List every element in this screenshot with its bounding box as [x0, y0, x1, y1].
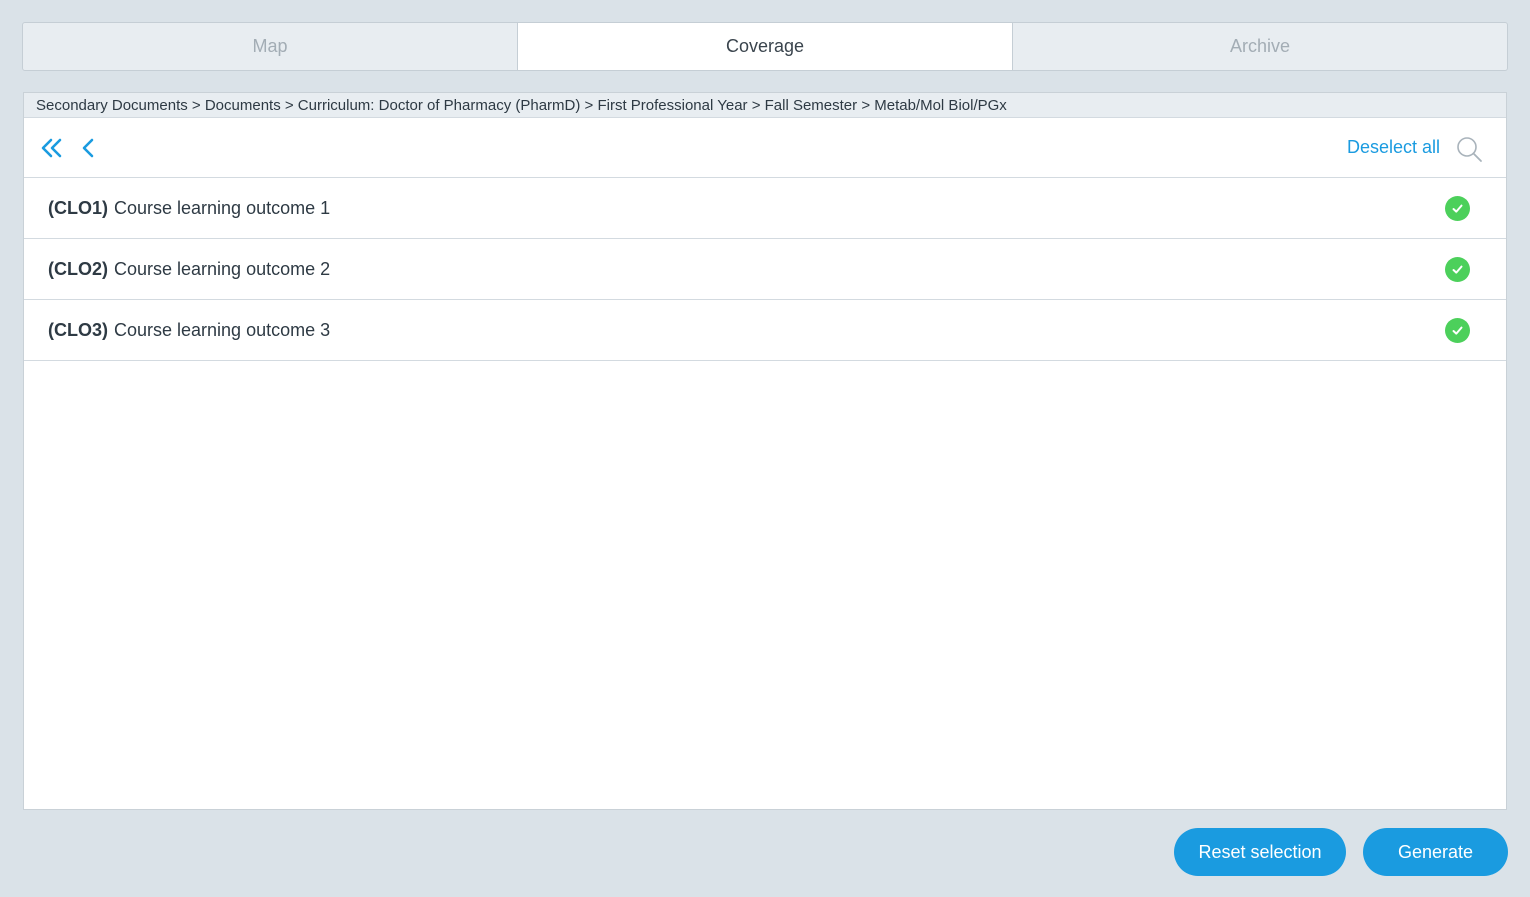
check-circle-icon[interactable]: [1445, 318, 1470, 343]
check-circle-icon[interactable]: [1445, 257, 1470, 282]
double-chevron-left-icon[interactable]: [40, 136, 64, 160]
chevron-left-icon[interactable]: [80, 136, 96, 160]
tab-map[interactable]: Map: [23, 23, 518, 70]
tab-coverage[interactable]: Coverage: [518, 23, 1013, 70]
generate-button[interactable]: Generate: [1363, 828, 1508, 876]
reset-selection-button[interactable]: Reset selection: [1174, 828, 1346, 876]
outcomes-panel: Secondary Documents > Documents > Curric…: [23, 92, 1507, 810]
outcome-label: Course learning outcome 1: [114, 197, 331, 218]
outcome-row-clo1[interactable]: (CLO1) Course learning outcome 1: [24, 178, 1506, 239]
outcome-row-clo2[interactable]: (CLO2) Course learning outcome 2: [24, 239, 1506, 300]
outcome-code: (CLO3): [48, 319, 108, 340]
outcome-label: Course learning outcome 3: [114, 319, 331, 340]
outcome-code: (CLO2): [48, 258, 108, 279]
outcome-code: (CLO1): [48, 197, 108, 218]
tab-archive[interactable]: Archive: [1013, 23, 1507, 70]
view-tabs: Map Coverage Archive: [22, 22, 1508, 71]
check-circle-icon[interactable]: [1445, 196, 1470, 221]
outcome-row-clo3[interactable]: (CLO3) Course learning outcome 3: [24, 300, 1506, 361]
breadcrumb: Secondary Documents > Documents > Curric…: [24, 93, 1506, 118]
deselect-all-button[interactable]: Deselect all: [1347, 137, 1440, 158]
outcome-label: Course learning outcome 2: [114, 258, 331, 279]
search-icon[interactable]: [1456, 136, 1484, 164]
panel-toolbar: Deselect all: [24, 118, 1506, 178]
